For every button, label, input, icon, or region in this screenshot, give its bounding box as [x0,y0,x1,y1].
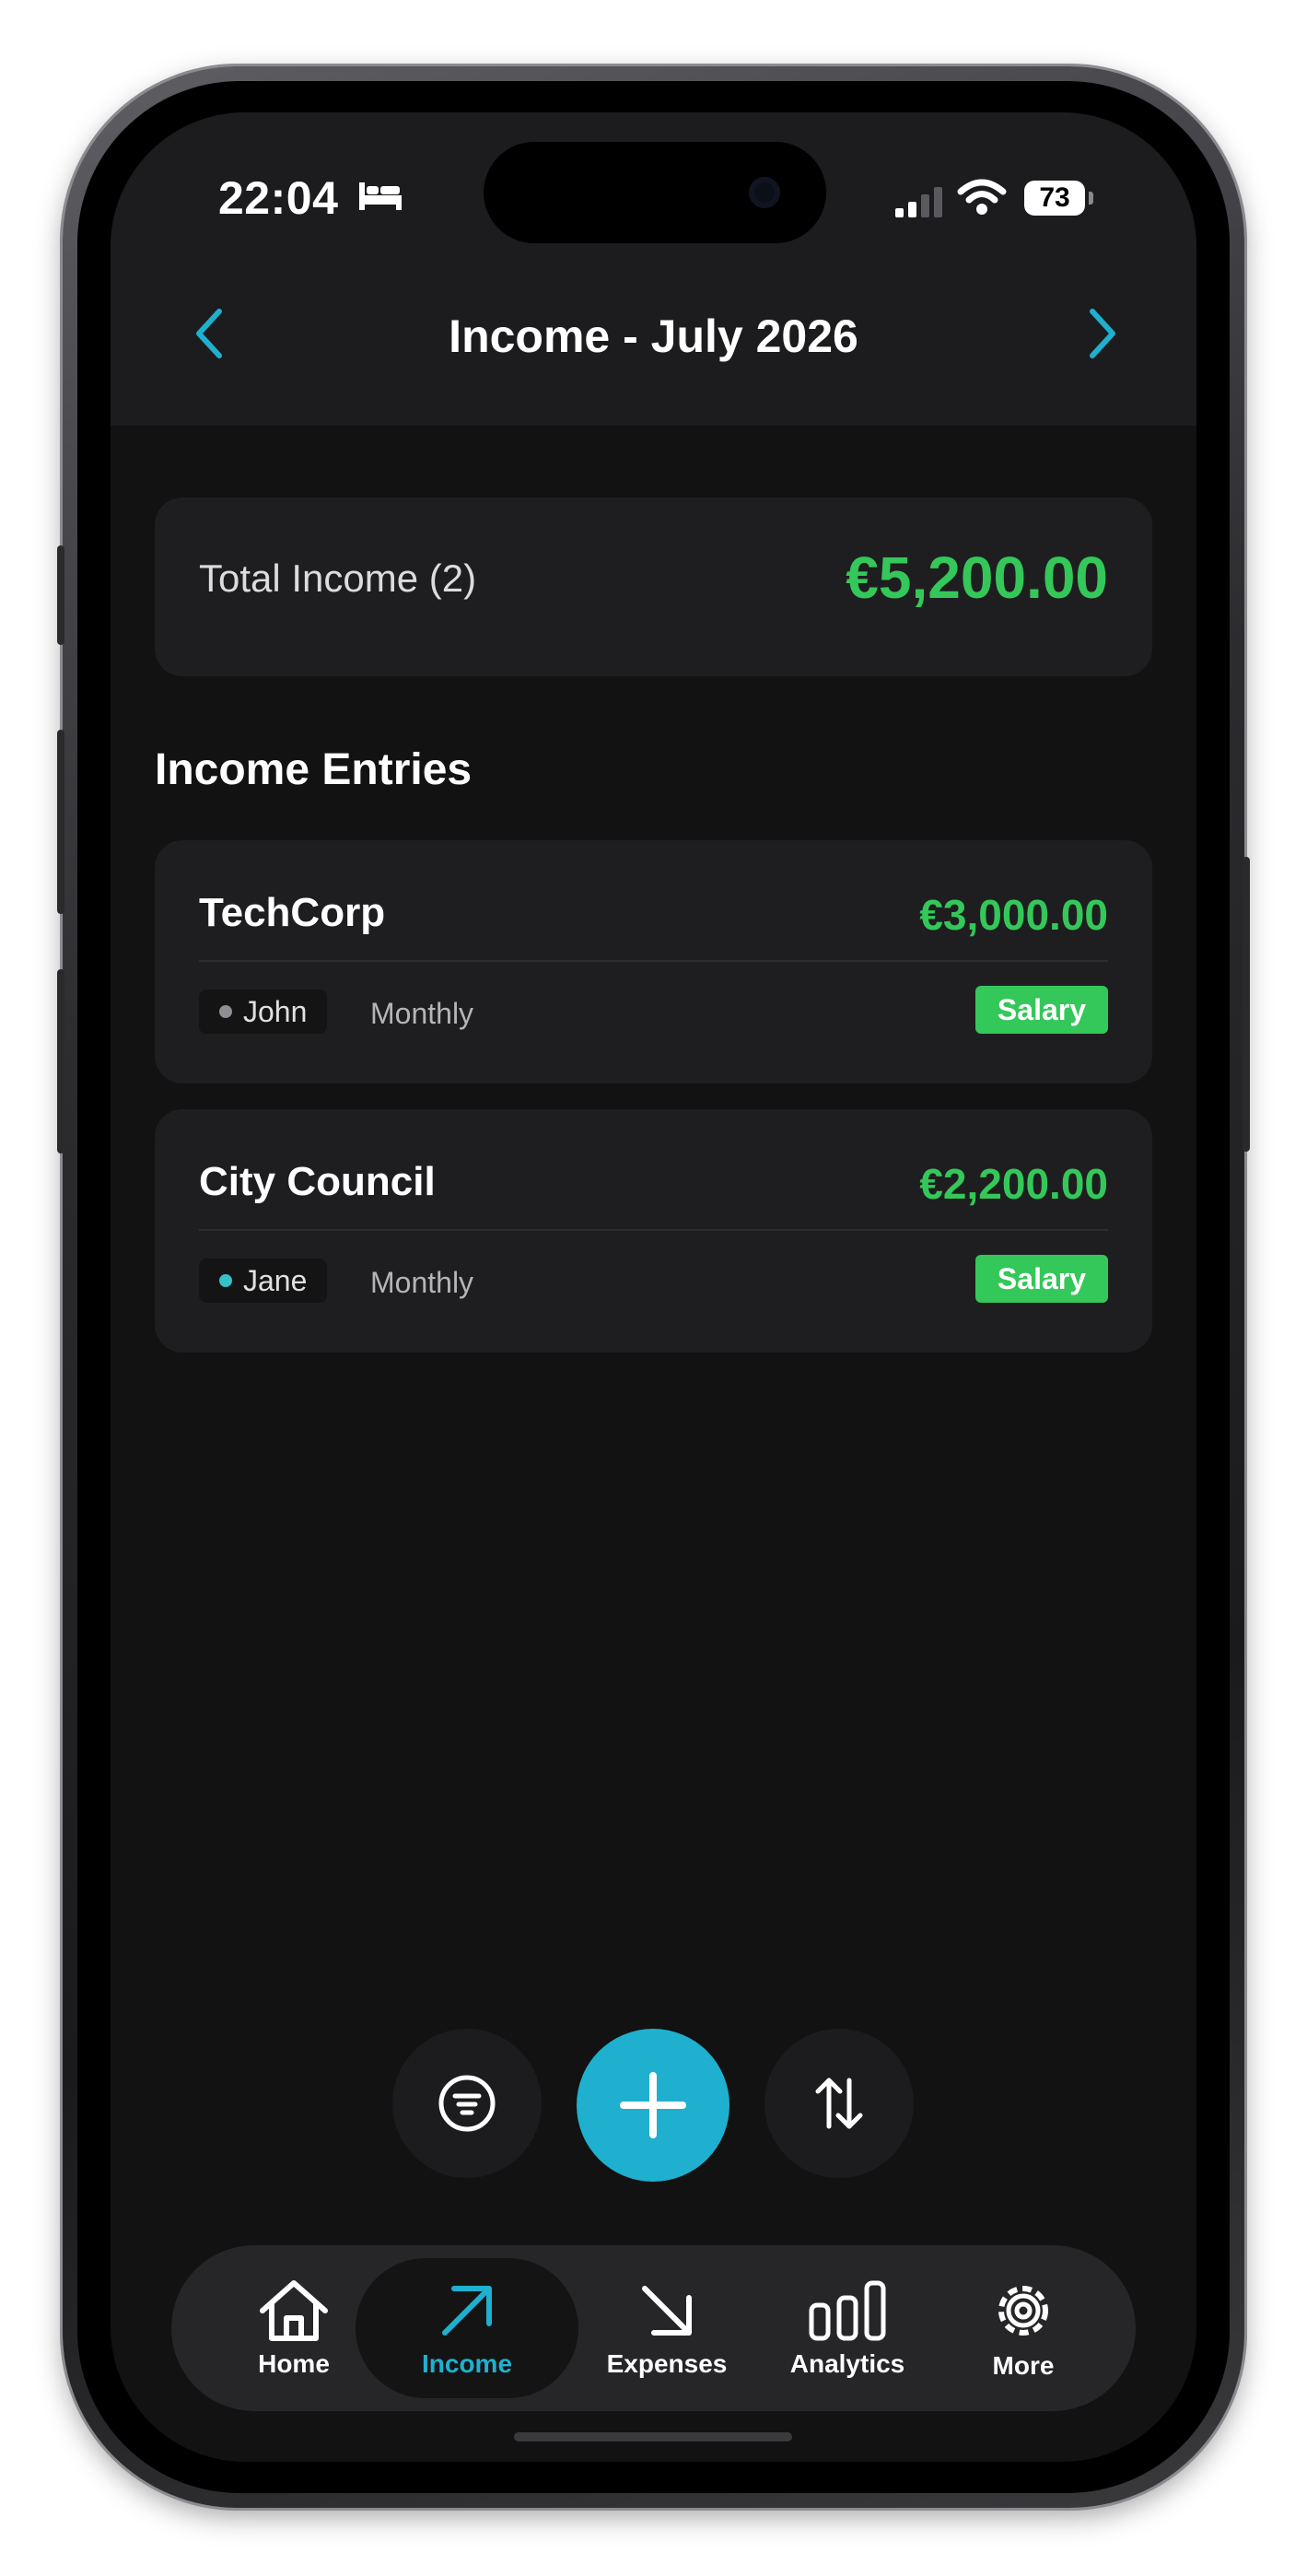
entry-name: City Council [199,1159,436,1204]
entry-amount: €2,200.00 [919,1160,1108,1208]
sort-button[interactable] [764,2029,914,2178]
tab-label: Expenses [606,2349,728,2378]
power-button [1243,857,1250,1152]
tab-label: Analytics [789,2349,905,2378]
add-income-button[interactable] [577,2029,729,2182]
total-income-card: Total Income (2) €5,200.00 [155,498,1152,676]
plus-icon [620,2072,686,2138]
app-screen: 22:04 73 Income - July 2026 Total Income… [111,112,1196,2462]
action-button [57,545,64,645]
tab-label: Income [421,2349,513,2378]
person-name: Jane [243,1263,308,1297]
total-income-label: Total Income (2) [199,556,477,600]
person-color-dot [219,1005,232,1018]
filter-button[interactable] [392,2029,542,2178]
category-badge: Salary [974,1255,1108,1303]
category-badge: Salary [974,986,1108,1034]
bar-chart-icon [809,2280,886,2341]
person-color-dot [219,1274,232,1287]
tab-expenses[interactable]: Expenses [575,2245,759,2411]
volume-up-button [57,730,64,914]
page-title: Income - July 2026 [449,310,858,362]
next-month-button[interactable] [1085,306,1122,361]
entry-divider [199,960,1108,962]
cellular-signal-icon [895,187,942,217]
arrow-down-right-icon [642,2286,692,2336]
section-title: Income Entries [155,745,473,794]
home-indicator [514,2432,792,2441]
wifi-icon [957,179,1007,215]
person-chip: John [199,989,328,1034]
entry-frequency: Monthly [370,997,474,1030]
bottom-tab-bar: Home Income Expenses Analytics More [171,2245,1136,2411]
home-icon [260,2280,328,2341]
filter-icon [438,2075,496,2132]
tab-analytics[interactable]: Analytics [755,2245,939,2411]
bed-icon [359,182,402,210]
battery-indicator: 73 [1024,181,1085,216]
tab-income[interactable]: Income [356,2258,578,2398]
person-chip: Jane [199,1259,328,1303]
tab-label: Home [258,2349,330,2378]
status-time: 22:04 [218,172,339,224]
arrow-up-right-icon [442,2286,492,2336]
battery-tip [1089,192,1093,205]
camera-icon [749,177,780,208]
income-entry-card[interactable]: City Council €2,200.00 Jane Monthly Sala… [155,1109,1152,1352]
entry-divider [199,1229,1108,1231]
person-name: John [243,994,308,1028]
entry-amount: €3,000.00 [919,891,1108,939]
income-entry-card[interactable]: TechCorp €3,000.00 John Monthly Salary [155,840,1152,1083]
tab-more[interactable]: More [945,2245,1102,2411]
total-income-amount: €5,200.00 [846,544,1108,611]
gear-icon [998,2286,1048,2336]
entry-frequency: Monthly [370,1266,474,1299]
volume-down-button [57,969,64,1153]
tab-label: More [992,2351,1055,2380]
sort-arrows-icon [815,2078,863,2129]
entry-name: TechCorp [199,890,386,935]
